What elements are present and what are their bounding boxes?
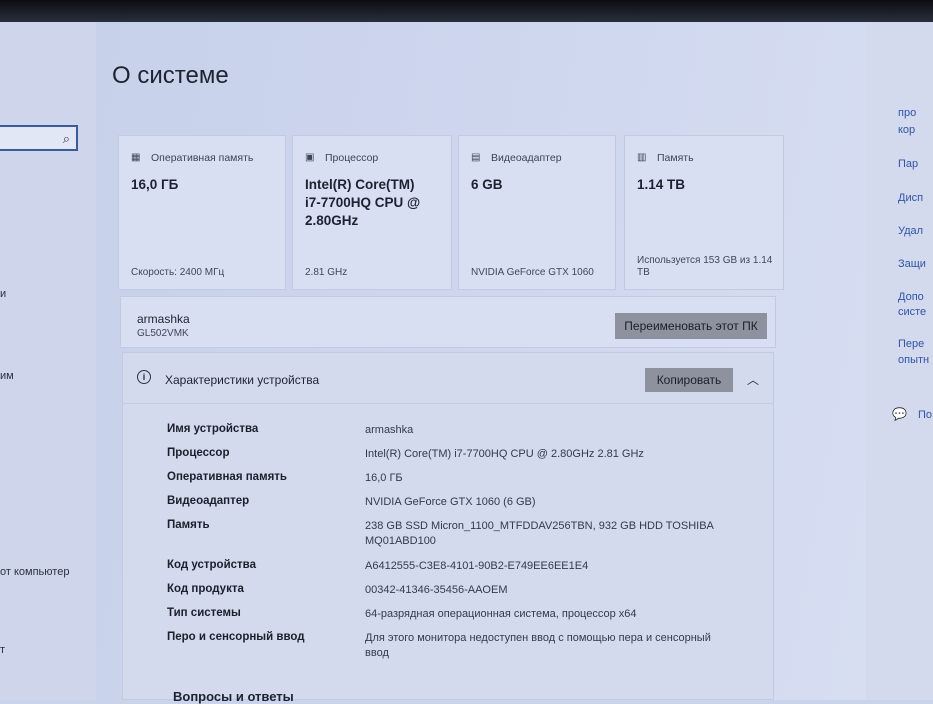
spec-key: Тип системы xyxy=(167,607,241,619)
spec-value: Intel(R) Core(TM) i7-7700HQ CPU @ 2.80GH… xyxy=(365,448,644,460)
related-link[interactable]: Пар xyxy=(898,158,918,170)
card-label: Оперативная память xyxy=(151,152,254,164)
related-link[interactable]: Дисп xyxy=(898,192,923,204)
specs-header[interactable]: i Характеристики устройства Копировать ︿ xyxy=(123,353,773,404)
card-storage: ▥ Память 1.14 TB Используется 153 GB из … xyxy=(624,135,784,290)
nav-item-fragment[interactable]: и xyxy=(0,288,6,300)
device-name-row: armashka GL502VMK Переименовать этот ПК xyxy=(120,296,776,348)
faq-section-title[interactable]: Вопросы и ответы xyxy=(173,689,294,704)
spec-value: 00342-41346-35456-AAOEM xyxy=(365,584,508,596)
cpu-icon: ▣ xyxy=(305,152,315,163)
copy-button[interactable]: Копировать xyxy=(645,368,733,392)
rename-pc-button[interactable]: Переименовать этот ПК xyxy=(615,313,767,339)
card-value: Intel(R) Core(TM) i7-7700HQ CPU @ 2.80GH… xyxy=(305,177,421,228)
related-link[interactable]: систе xyxy=(898,306,926,318)
related-link[interactable]: кор xyxy=(898,124,915,136)
card-label: Видеоадаптер xyxy=(491,152,562,164)
spec-key: Код продукта xyxy=(167,583,244,595)
info-icon: i xyxy=(137,370,151,384)
gpu-icon: ▤ xyxy=(471,152,481,163)
card-footer: Используется 153 GB из 1.14 TB xyxy=(637,255,773,278)
nav-item-fragment[interactable]: им xyxy=(0,370,14,382)
spec-value: 64-разрядная операционная система, проце… xyxy=(365,608,637,620)
spec-value: A6412555-C3E8-4101-90B2-E749EE6EE1E4 xyxy=(365,560,589,572)
related-link[interactable]: Допо xyxy=(898,291,924,303)
related-settings-pane: про кор Пар Дисп Удал Защи Допо систе Пе… xyxy=(866,22,933,700)
spec-key: Код устройства xyxy=(167,559,256,571)
related-link[interactable]: опытн xyxy=(898,354,929,366)
card-value: 1.14 TB xyxy=(637,177,686,192)
spec-key: Оперативная память xyxy=(167,471,287,483)
spec-value: Для этого монитора недоступен ввод с пом… xyxy=(365,632,711,659)
feedback-icon: 💬 xyxy=(892,407,907,421)
chevron-up-icon[interactable]: ︿ xyxy=(747,371,759,388)
related-link[interactable]: По xyxy=(918,409,932,421)
spec-key: Имя устройства xyxy=(167,423,259,435)
card-ram: ▦ Оперативная память 16,0 ГБ Скорость: 2… xyxy=(118,135,286,290)
card-label: Память xyxy=(657,152,694,164)
spec-key: Память xyxy=(167,519,210,531)
ram-icon: ▦ xyxy=(131,152,141,163)
monitor-bezel xyxy=(0,0,933,22)
related-link[interactable]: Пере xyxy=(898,338,924,350)
settings-search-input[interactable]: ⌕ xyxy=(0,125,78,151)
nav-item-fragment[interactable]: от компьютер xyxy=(0,566,69,578)
related-link[interactable]: Удал xyxy=(898,225,923,237)
device-name: armashka xyxy=(137,312,190,326)
card-footer: Скорость: 2400 МГц xyxy=(131,267,225,278)
card-label: Процессор xyxy=(325,152,379,164)
related-link[interactable]: про xyxy=(898,107,916,119)
spec-key: Видеоадаптер xyxy=(167,495,250,507)
card-value: 6 GB xyxy=(471,177,503,192)
nav-item-fragment[interactable]: т xyxy=(0,644,5,656)
spec-key: Перо и сенсорный ввод xyxy=(167,631,305,643)
specs-title: Характеристики устройства xyxy=(165,373,320,387)
spec-value: 16,0 ГБ xyxy=(365,472,403,484)
card-footer: 2.81 GHz xyxy=(305,267,348,278)
related-link[interactable]: Защи xyxy=(898,258,926,270)
page-title: О системе xyxy=(112,62,229,89)
storage-icon: ▥ xyxy=(637,152,647,163)
device-model: GL502VMK xyxy=(137,328,189,339)
spec-value: NVIDIA GeForce GTX 1060 (6 GB) xyxy=(365,496,536,508)
card-value: 16,0 ГБ xyxy=(131,177,179,192)
left-nav-pane: ⌕ и им от компьютер т xyxy=(0,22,96,700)
spec-value: armashka xyxy=(365,424,414,436)
card-footer: NVIDIA GeForce GTX 1060 xyxy=(471,267,594,278)
card-gpu: ▤ Видеоадаптер 6 GB NVIDIA GeForce GTX 1… xyxy=(458,135,616,290)
spec-key: Процессор xyxy=(167,447,230,459)
card-cpu: ▣ Процессор Intel(R) Core(TM) i7-7700HQ … xyxy=(292,135,452,290)
search-icon: ⌕ xyxy=(62,131,70,146)
device-specifications-section: i Характеристики устройства Копировать ︿… xyxy=(122,352,774,704)
spec-value: 238 GB SSD Micron_1100_MTFDDAV256TBN, 93… xyxy=(365,520,714,547)
main-content: О системе ▦ Оперативная память 16,0 ГБ С… xyxy=(96,22,866,704)
